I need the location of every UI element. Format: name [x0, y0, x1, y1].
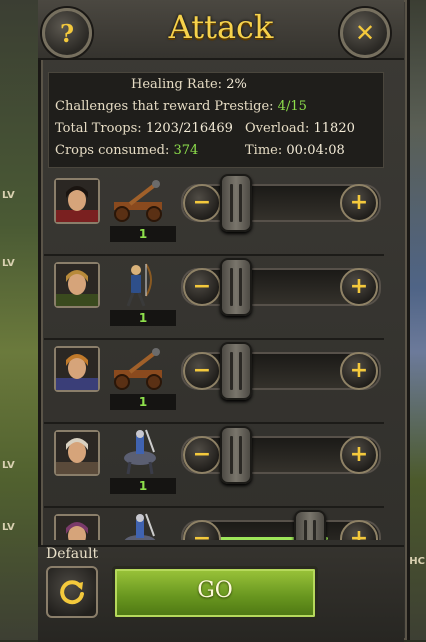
total-troops: Total Troops: 1203/216469 — [55, 121, 233, 136]
crops-consumed: Crops consumed: 374 — [55, 143, 198, 158]
prestige-label: Challenges that reward Prestige: — [55, 99, 274, 114]
troop-row: − + — [44, 506, 384, 540]
close-icon: ✕ — [354, 19, 376, 47]
prestige-challenges: Challenges that reward Prestige: 4/15 — [55, 99, 307, 114]
overload-value: 11820 — [313, 121, 355, 136]
refresh-icon — [60, 580, 84, 605]
decrease-troops-button[interactable]: − — [183, 268, 221, 306]
troop-count: 1 — [110, 226, 176, 242]
troop-list[interactable]: 1− +1− +1− +1− + − + — [44, 170, 394, 540]
overload-label: Overload: — [245, 121, 310, 136]
crops-value: 374 — [173, 143, 199, 158]
increase-troops-button[interactable]: + — [340, 184, 378, 222]
decrease-troops-button[interactable]: − — [183, 184, 221, 222]
slider-knob[interactable] — [220, 342, 252, 400]
decrease-troops-button[interactable]: − — [183, 436, 221, 474]
archer-icon — [106, 260, 174, 308]
map-level-label: LV — [2, 460, 15, 471]
crops-label: Crops consumed: — [55, 143, 170, 158]
troop-count: 1 — [110, 394, 176, 410]
slider-knob[interactable] — [220, 258, 252, 316]
slider-knob[interactable] — [220, 426, 252, 484]
increase-troops-button[interactable]: + — [340, 268, 378, 306]
attack-stats: Healing Rate: 2% Challenges that reward … — [48, 72, 384, 168]
hero-portrait-icon[interactable] — [54, 262, 100, 308]
cavalry-icon — [106, 428, 174, 476]
march-time: Time: 00:04:08 — [245, 143, 345, 158]
troop-row: 1− + — [44, 254, 384, 340]
troop-row: 1− + — [44, 170, 384, 256]
prestige-value: 4/15 — [277, 99, 307, 114]
increase-troops-button[interactable]: + — [340, 352, 378, 390]
troop-row: 1− + — [44, 422, 384, 508]
default-label: Default — [46, 546, 99, 562]
healing-rate-label: Healing Rate: — [131, 77, 223, 92]
total-troops-label: Total Troops: — [55, 121, 142, 136]
time-value: 00:04:08 — [286, 143, 345, 158]
total-troops-value: 1203/216469 — [145, 121, 233, 136]
hero-portrait-icon[interactable] — [54, 178, 100, 224]
go-button[interactable]: GO — [112, 566, 318, 620]
troop-count: 1 — [110, 478, 176, 494]
troop-count: 1 — [110, 310, 176, 326]
map-level-label: LV — [2, 258, 15, 269]
catapult-icon — [106, 344, 174, 392]
troop-row: 1− + — [44, 338, 384, 424]
map-level-label: LV — [2, 190, 15, 201]
close-button[interactable]: ✕ — [340, 8, 390, 58]
hero-portrait-icon[interactable] — [54, 430, 100, 476]
cavalry-icon — [106, 512, 174, 540]
catapult-icon — [106, 176, 174, 224]
decrease-troops-button[interactable]: − — [183, 352, 221, 390]
hero-portrait-icon[interactable] — [54, 514, 100, 540]
overload: Overload: 11820 — [245, 121, 355, 136]
slider-knob[interactable] — [220, 174, 252, 232]
map-level-label: LV — [2, 522, 15, 533]
default-reset-button[interactable] — [46, 566, 98, 618]
slider-knob[interactable] — [294, 510, 326, 540]
increase-troops-button[interactable]: + — [340, 436, 378, 474]
time-label: Time: — [245, 143, 283, 158]
hero-portrait-icon[interactable] — [54, 346, 100, 392]
healing-rate-value: 2% — [226, 77, 247, 92]
healing-rate: Healing Rate: 2% — [131, 77, 247, 92]
dialog-header: ? Attack ✕ — [38, 0, 404, 60]
